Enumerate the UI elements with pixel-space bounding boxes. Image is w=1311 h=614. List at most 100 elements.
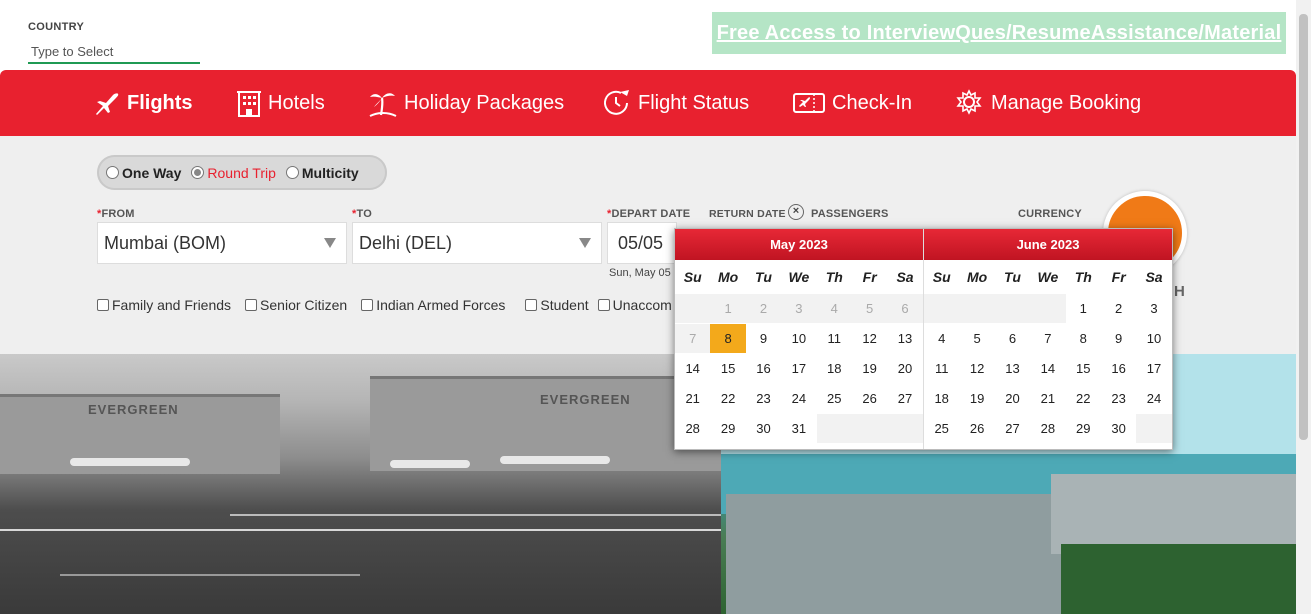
calendar-day[interactable]: 18 — [816, 354, 852, 383]
calendar-day[interactable]: 8 — [1065, 324, 1101, 353]
radio-circle — [106, 166, 119, 179]
calendar-day[interactable]: 22 — [1065, 384, 1101, 413]
student-checkbox[interactable]: Student — [525, 297, 589, 313]
calendar-day[interactable]: 12 — [959, 354, 995, 383]
calendar-day[interactable]: 25 — [816, 384, 852, 413]
calendar-day[interactable]: 29 — [1065, 414, 1101, 443]
calendar-day[interactable]: 10 — [781, 324, 817, 353]
calendar-day[interactable]: 14 — [1030, 354, 1066, 383]
calendar-day[interactable]: 1 — [1065, 294, 1101, 323]
weekday-label: Mo — [717, 269, 739, 285]
nav-holiday-packages[interactable]: Holiday Packages — [368, 70, 564, 136]
promo-link[interactable]: Free Access to InterviewQues/ResumeAssis… — [717, 22, 1282, 45]
calendar-day[interactable]: 20 — [887, 354, 923, 383]
calendar-day[interactable]: 25 — [924, 414, 960, 443]
depart-date-input[interactable]: 05/05 — [607, 222, 677, 264]
calendar-day[interactable]: 12 — [851, 324, 888, 353]
calendar-week: 123456 — [675, 294, 923, 324]
calendar-day[interactable]: 7 — [1030, 324, 1066, 353]
checkbox-label: Senior Citizen — [260, 297, 348, 313]
nav-hotels[interactable]: Hotels — [236, 70, 325, 136]
calendar-day[interactable]: 26 — [959, 414, 995, 443]
calendar-day[interactable]: 24 — [1136, 384, 1172, 413]
calendar-day[interactable]: 16 — [745, 354, 782, 383]
calendar-day-disabled: 6 — [887, 294, 923, 323]
calendar-day[interactable]: 20 — [994, 384, 1031, 413]
calendar-day[interactable]: 15 — [710, 354, 746, 383]
from-select[interactable]: Mumbai (BOM) — [97, 222, 347, 264]
calendar-day[interactable]: 4 — [924, 324, 960, 353]
calendar-week: 21 22 23 24 25 26 27 — [675, 384, 923, 414]
calendar-day-disabled: 4 — [816, 294, 852, 323]
calendar-day[interactable]: 11 — [816, 324, 852, 353]
calendar-day[interactable]: 28 — [675, 414, 711, 443]
calendar-day[interactable]: 5 — [959, 324, 995, 353]
depart-date-label: *DEPART DATE — [607, 208, 691, 220]
weekday-label: Th — [1074, 269, 1092, 285]
scrollbar-thumb[interactable] — [1299, 14, 1308, 440]
calendar-day[interactable]: 14 — [675, 354, 711, 383]
nav-checkin[interactable]: Check-In — [792, 70, 912, 136]
armed-forces-checkbox[interactable]: Indian Armed Forces — [361, 297, 505, 313]
page-scrollbar[interactable] — [1296, 0, 1311, 614]
calendar-day[interactable]: 8 — [710, 324, 746, 353]
calendar-day[interactable]: 19 — [851, 354, 888, 383]
weekday-label: We — [1037, 269, 1059, 285]
to-select[interactable]: Delhi (DEL) — [352, 222, 602, 264]
calendar-day[interactable]: 19 — [959, 384, 995, 413]
nav-flight-status[interactable]: Flight Status — [602, 70, 749, 136]
weekday-label: Fr — [862, 269, 877, 285]
round-trip-radio[interactable]: Round Trip — [191, 165, 276, 181]
calendar-day[interactable]: 22 — [710, 384, 746, 413]
calendar-month: June 2023 Su Mo Tu We Th Fr Sa 1 2 3 4 5 6 7 8 9 10 11 12 13… — [923, 229, 1172, 449]
calendar-day[interactable]: 13 — [887, 324, 923, 353]
calendar-day[interactable]: 23 — [1100, 384, 1137, 413]
unaccompanied-checkbox[interactable]: Unaccom — [597, 297, 672, 313]
nav-flights[interactable]: Flights — [93, 70, 193, 136]
calendar-day[interactable]: 29 — [710, 414, 746, 443]
calendar-day[interactable]: 9 — [745, 324, 782, 353]
calendar-day[interactable]: 13 — [994, 354, 1031, 383]
calendar-day[interactable]: 30 — [745, 414, 782, 443]
calendar-day[interactable]: 30 — [1100, 414, 1137, 443]
calendar-week: 11 12 13 14 15 16 17 — [924, 354, 1172, 384]
calendar-week: 25 26 27 28 29 30 — [924, 414, 1172, 444]
calendar-day[interactable]: 26 — [851, 384, 888, 413]
calendar-day[interactable]: 28 — [1030, 414, 1066, 443]
calendar-day[interactable]: 31 — [781, 414, 817, 443]
calendar-day[interactable]: 11 — [924, 354, 960, 383]
weekday-label: Tu — [755, 269, 772, 285]
one-way-radio[interactable]: One Way — [106, 165, 181, 181]
calendar-day[interactable]: 17 — [1136, 354, 1172, 383]
family-friends-checkbox[interactable]: Family and Friends — [97, 297, 231, 313]
checkbox-label: Indian Armed Forces — [376, 297, 506, 313]
calendar-day[interactable]: 2 — [1100, 294, 1137, 323]
nav-manage-booking[interactable]: Manage Booking — [955, 70, 1141, 136]
calendar-day[interactable]: 21 — [675, 384, 711, 413]
country-input[interactable] — [28, 40, 200, 64]
calendar-day[interactable]: 9 — [1100, 324, 1137, 353]
calendar-day[interactable]: 6 — [994, 324, 1031, 353]
calendar-day[interactable]: 16 — [1100, 354, 1137, 383]
calendar-day[interactable]: 17 — [781, 354, 817, 383]
calendar-day[interactable]: 27 — [994, 414, 1031, 443]
close-icon[interactable]: × — [788, 204, 804, 220]
weekday-label: Sa — [896, 269, 914, 285]
multicity-radio[interactable]: Multicity — [285, 164, 359, 181]
calendar-day[interactable]: 3 — [1136, 294, 1172, 323]
calendar-day[interactable]: 15 — [1065, 354, 1101, 383]
calendar-day[interactable]: 18 — [924, 384, 960, 413]
calendar-week: 14 15 16 17 18 19 20 — [675, 354, 923, 384]
calendar-day[interactable]: 23 — [745, 384, 782, 413]
calendar-day[interactable]: 24 — [781, 384, 817, 413]
multicity-label: Multicity — [301, 164, 359, 181]
depart-date-subtext: Sun, May 05 — [609, 267, 671, 279]
hotel-building-icon — [237, 91, 261, 117]
calendar-day[interactable]: 27 — [887, 384, 923, 413]
nav-hotels-label: Hotels — [268, 91, 325, 114]
calendar-day[interactable]: 10 — [1136, 324, 1172, 353]
checkbox-box — [525, 299, 538, 311]
calendar-day[interactable]: 21 — [1030, 384, 1066, 413]
senior-citizen-checkbox[interactable]: Senior Citizen — [245, 297, 347, 313]
weekday-label: Th — [825, 269, 843, 285]
